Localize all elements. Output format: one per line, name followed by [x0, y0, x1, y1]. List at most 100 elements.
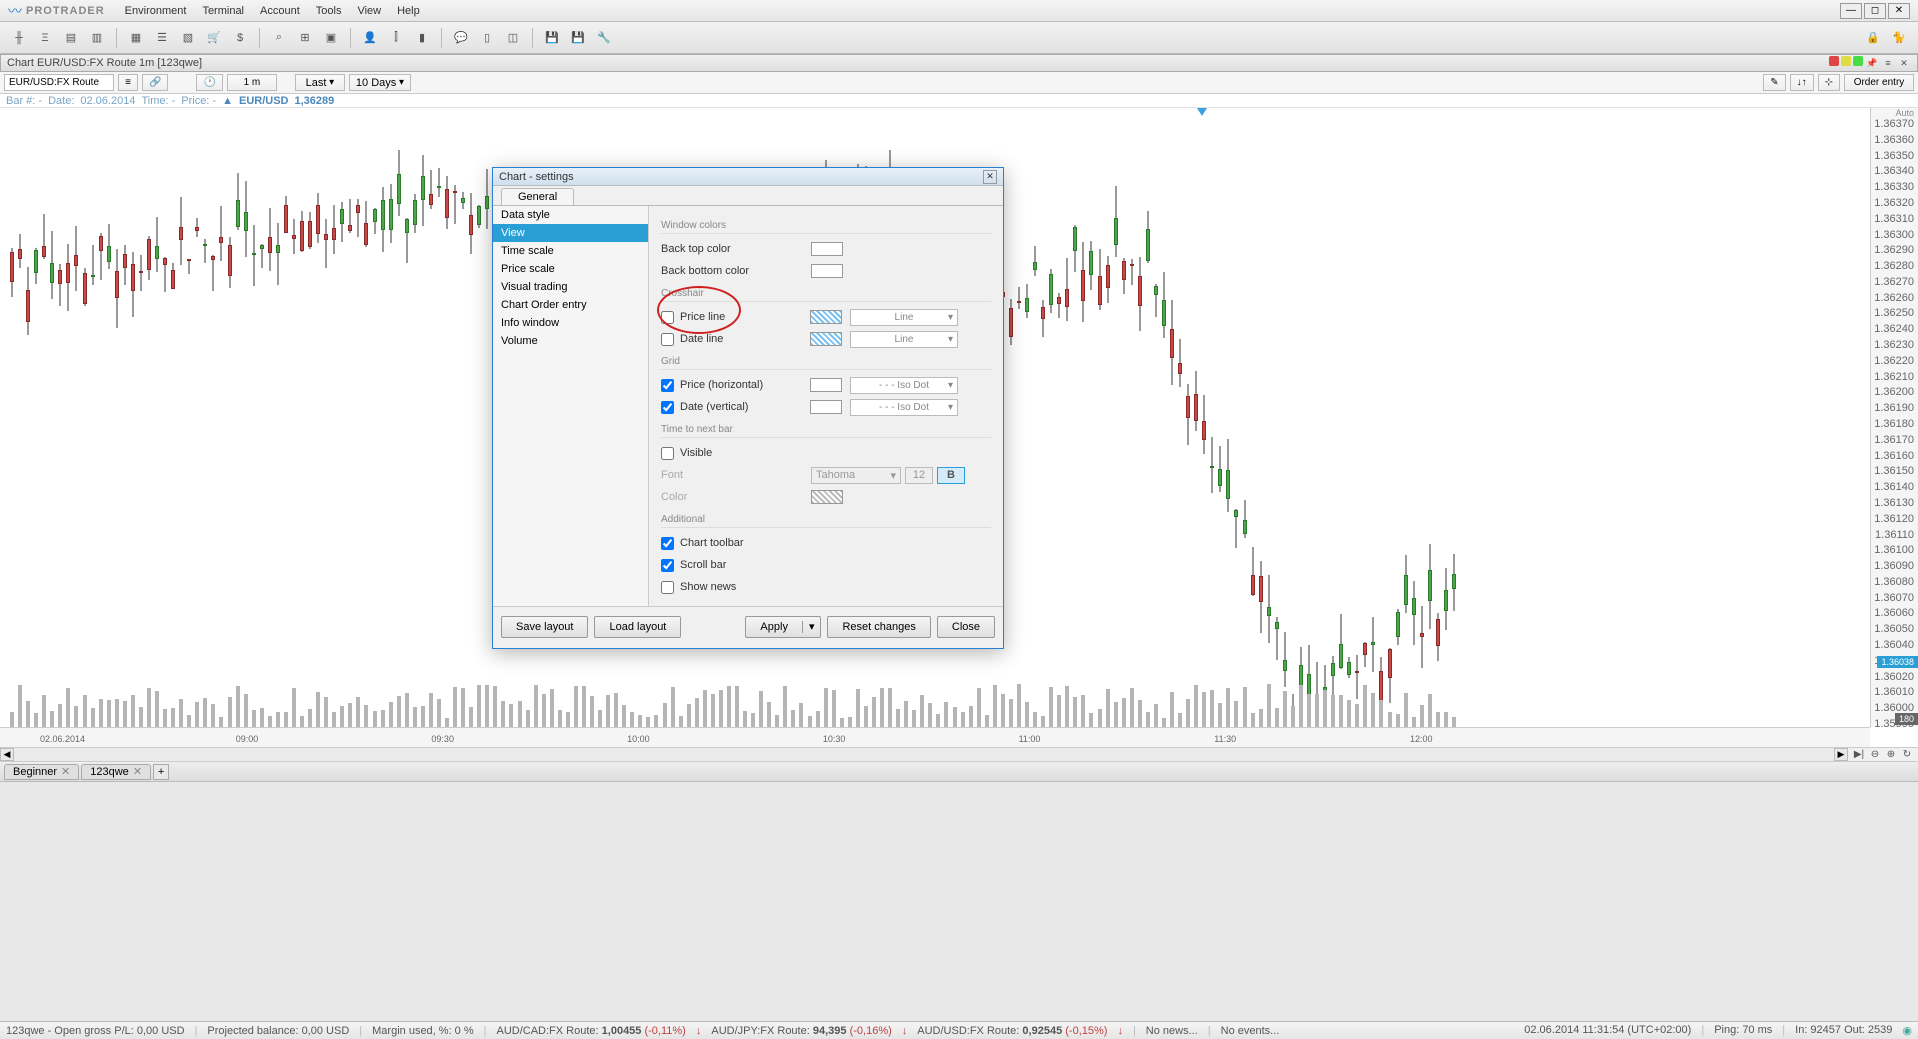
- zoom-out-icon[interactable]: ⊖: [1868, 748, 1882, 760]
- zoom-in-icon[interactable]: ⊕: [1884, 748, 1898, 760]
- tool-saveas-icon[interactable]: 💾: [567, 27, 589, 49]
- sidebar-item-view[interactable]: View: [493, 224, 648, 242]
- tool-depth-icon[interactable]: ▥: [86, 27, 108, 49]
- sidebar-item-chart-order-entry[interactable]: Chart Order entry: [493, 296, 648, 314]
- workspace-tab-123qwe[interactable]: 123qwe✕: [81, 764, 151, 780]
- chart-scrollbar[interactable]: ◀ ▶ ▶| ⊖ ⊕ ↻: [0, 748, 1918, 762]
- tool-lines-icon[interactable]: ╫: [8, 27, 30, 49]
- tool-doc-icon[interactable]: ▯: [476, 27, 498, 49]
- price-line-style-select[interactable]: Line: [850, 309, 958, 326]
- date-line-color-swatch[interactable]: [810, 332, 842, 346]
- tool-list-icon[interactable]: ☰: [151, 27, 173, 49]
- scroll-left-button[interactable]: ◀: [0, 748, 14, 761]
- x-axis[interactable]: 02.06.201409:0009:3010:0010:3011:0011:30…: [0, 727, 1870, 747]
- date-vertical-checkbox[interactable]: [661, 401, 674, 414]
- price-horizontal-checkbox[interactable]: [661, 379, 674, 392]
- date-line-checkbox[interactable]: [661, 333, 674, 346]
- dialog-titlebar[interactable]: Chart - settings ✕: [493, 168, 1003, 186]
- pencil-icon[interactable]: ✎: [1763, 74, 1785, 91]
- panel-menu-icon[interactable]: ≡: [1881, 56, 1895, 70]
- tool-save-icon[interactable]: 💾: [541, 27, 563, 49]
- symbol-link-button[interactable]: 🔗: [142, 74, 168, 91]
- menu-account[interactable]: Account: [260, 5, 300, 17]
- date-v-color-swatch[interactable]: [810, 400, 842, 414]
- order-entry-button[interactable]: Order entry: [1844, 74, 1914, 91]
- tool-grid-icon[interactable]: ⊞: [294, 27, 316, 49]
- sidebar-item-data-style[interactable]: Data style: [493, 206, 648, 224]
- sidebar-item-time-scale[interactable]: Time scale: [493, 242, 648, 260]
- font-size-input[interactable]: [905, 467, 933, 484]
- sidebar-item-price-scale[interactable]: Price scale: [493, 260, 648, 278]
- menu-environment[interactable]: Environment: [125, 5, 187, 17]
- clock-button[interactable]: 🕐: [196, 74, 222, 91]
- panel-close-icon[interactable]: ✕: [1897, 56, 1911, 70]
- date-v-style-select[interactable]: - - - Iso Dot: [850, 399, 958, 416]
- price-line-color-swatch[interactable]: [810, 310, 842, 324]
- workspace-tab-beginner[interactable]: Beginner✕: [4, 764, 79, 780]
- tool-levels-icon[interactable]: ⫿: [385, 27, 407, 49]
- price-h-style-select[interactable]: - - - Iso Dot: [850, 377, 958, 394]
- maximize-button[interactable]: ◻: [1864, 3, 1886, 19]
- sidebar-item-visual-trading[interactable]: Visual trading: [493, 278, 648, 296]
- load-layout-button[interactable]: Load layout: [594, 616, 681, 638]
- tool-chat-icon[interactable]: 💬: [450, 27, 472, 49]
- panel-pill-green[interactable]: [1853, 56, 1863, 66]
- font-bold-button[interactable]: B: [937, 467, 965, 484]
- tool-clipboard-icon[interactable]: ▤: [60, 27, 82, 49]
- menu-help[interactable]: Help: [397, 5, 420, 17]
- tool-scan-icon[interactable]: ⌕: [268, 27, 290, 49]
- close-dialog-button[interactable]: Close: [937, 616, 995, 638]
- tool-book-icon[interactable]: ▮: [411, 27, 433, 49]
- timeframe-select[interactable]: 1 m: [227, 74, 277, 91]
- tab-general[interactable]: General: [501, 188, 574, 205]
- scroll-right-button[interactable]: ▶: [1834, 748, 1848, 761]
- add-tab-button[interactable]: +: [153, 764, 169, 780]
- apply-button[interactable]: Apply▾: [745, 616, 821, 638]
- close-icon[interactable]: ✕: [133, 765, 142, 778]
- auto-scale-label[interactable]: Auto: [1895, 108, 1914, 118]
- indicator-icon[interactable]: ↓↑: [1790, 74, 1814, 91]
- cat-icon[interactable]: 🐈: [1888, 27, 1910, 49]
- symbol-list-button[interactable]: ≡: [118, 74, 138, 91]
- refresh-icon[interactable]: ↻: [1900, 748, 1914, 760]
- chart-toolbar-checkbox[interactable]: [661, 537, 674, 550]
- scroll-track[interactable]: [14, 748, 1834, 761]
- minimize-button[interactable]: —: [1840, 3, 1862, 19]
- sidebar-item-volume[interactable]: Volume: [493, 332, 648, 350]
- panel-pin-icon[interactable]: 📌: [1865, 56, 1879, 70]
- close-button[interactable]: ✕: [1888, 3, 1910, 19]
- panel-pill-red[interactable]: [1829, 56, 1839, 66]
- tool-news-icon[interactable]: ▦: [125, 27, 147, 49]
- range-select[interactable]: 10 Days ▾: [349, 74, 411, 91]
- font-select[interactable]: Tahoma: [811, 467, 901, 484]
- menu-tools[interactable]: Tools: [316, 5, 342, 17]
- back-bottom-color-swatch[interactable]: [811, 264, 843, 278]
- tool-wrench-icon[interactable]: 🔧: [593, 27, 615, 49]
- tool-user-icon[interactable]: 👤: [359, 27, 381, 49]
- tool-money-icon[interactable]: $: [229, 27, 251, 49]
- price-line-checkbox[interactable]: [661, 311, 674, 324]
- tool-orders-icon[interactable]: ▧: [177, 27, 199, 49]
- menu-terminal[interactable]: Terminal: [202, 5, 244, 17]
- tool-folder-icon[interactable]: ◫: [502, 27, 524, 49]
- time-color-swatch[interactable]: [811, 490, 843, 504]
- aggregation-select[interactable]: Last ▾: [295, 74, 345, 91]
- symbol-input[interactable]: [4, 74, 114, 91]
- connection-icon[interactable]: ◉: [1902, 1024, 1912, 1037]
- menu-view[interactable]: View: [357, 5, 381, 17]
- date-line-style-select[interactable]: Line: [850, 331, 958, 348]
- save-layout-button[interactable]: Save layout: [501, 616, 588, 638]
- dialog-close-button[interactable]: ✕: [983, 170, 997, 184]
- tool-candle-icon[interactable]: Ξ: [34, 27, 56, 49]
- sidebar-item-info-window[interactable]: Info window: [493, 314, 648, 332]
- y-axis[interactable]: Auto 1.363701.363601.363501.363401.36330…: [1870, 108, 1918, 727]
- show-news-checkbox[interactable]: [661, 581, 674, 594]
- back-top-color-swatch[interactable]: [811, 242, 843, 256]
- scroll-bar-checkbox[interactable]: [661, 559, 674, 572]
- panel-pill-yellow[interactable]: [1841, 56, 1851, 66]
- lock-icon[interactable]: 🔒: [1862, 27, 1884, 49]
- visible-checkbox[interactable]: [661, 447, 674, 460]
- reset-changes-button[interactable]: Reset changes: [827, 616, 930, 638]
- crosshair-icon[interactable]: ⊹: [1818, 74, 1840, 91]
- price-h-color-swatch[interactable]: [810, 378, 842, 392]
